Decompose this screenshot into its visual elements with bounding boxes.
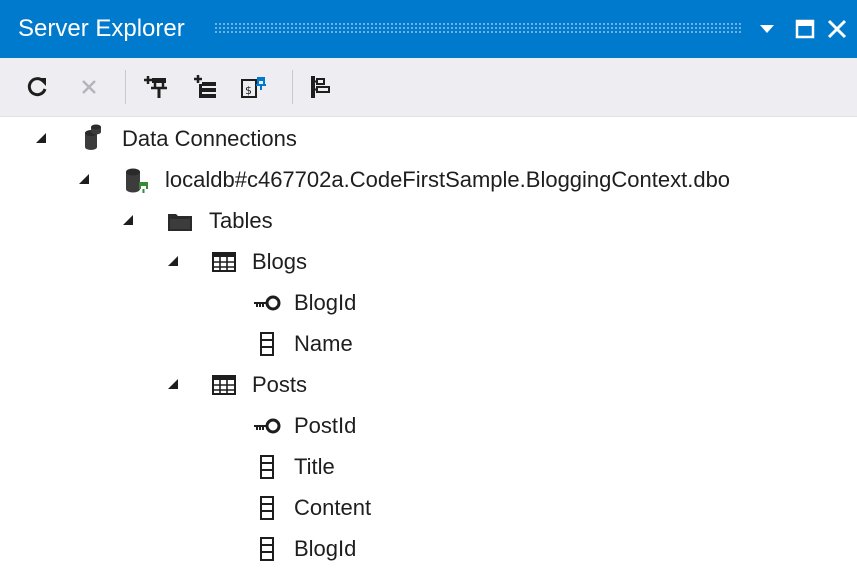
properties-button[interactable] bbox=[306, 72, 336, 102]
tree-node-database-connection[interactable]: localdb#c467702a.CodeFirstSample.Bloggin… bbox=[0, 159, 857, 199]
refresh-icon bbox=[27, 77, 47, 97]
panel-title: Server Explorer bbox=[18, 15, 185, 42]
title-drag-grip[interactable] bbox=[214, 22, 742, 34]
tree-node-table-blogs[interactable]: Blogs bbox=[0, 241, 857, 281]
tree-node-label: Content bbox=[294, 495, 372, 520]
expanded-arrow-icon[interactable] bbox=[120, 212, 136, 228]
table-icon bbox=[212, 375, 236, 395]
table-icon bbox=[212, 252, 236, 272]
tree-node-label: Tables bbox=[209, 208, 273, 233]
maximize-button[interactable] bbox=[790, 13, 820, 45]
toolbar: $ bbox=[0, 58, 857, 117]
expanded-arrow-icon[interactable] bbox=[76, 171, 92, 187]
connect-to-database-button[interactable] bbox=[140, 72, 170, 102]
properties-icon bbox=[311, 76, 330, 98]
close-button[interactable] bbox=[822, 13, 852, 45]
expanded-arrow-icon[interactable] bbox=[165, 376, 181, 392]
tree-node-column[interactable]: Name bbox=[0, 323, 857, 363]
tree-node-column[interactable]: BlogId bbox=[0, 528, 857, 568]
stop-refresh-button[interactable] bbox=[74, 72, 104, 102]
tree-node-label: BlogId bbox=[294, 536, 357, 561]
database-connection-icon bbox=[126, 168, 148, 193]
folder-icon bbox=[168, 214, 192, 231]
tree-node-label: PostId bbox=[294, 413, 357, 438]
server-explorer-panel: Server Explorer $ Data Connections local… bbox=[0, 0, 857, 581]
connect-to-server-button[interactable] bbox=[190, 72, 220, 102]
column-icon bbox=[260, 455, 274, 479]
tree-node-data-connections[interactable]: Data Connections bbox=[0, 118, 857, 158]
svg-text:$: $ bbox=[245, 84, 252, 97]
column-icon bbox=[260, 537, 274, 561]
column-icon bbox=[260, 332, 274, 356]
connect-to-sharepoint-button[interactable]: $ bbox=[238, 72, 268, 102]
window-position-dropdown-button[interactable] bbox=[752, 13, 782, 45]
maximize-icon bbox=[795, 19, 815, 39]
connect-to-database-icon bbox=[144, 76, 167, 98]
tree-node-label: Data Connections bbox=[122, 126, 297, 151]
primary-key-icon bbox=[254, 295, 281, 311]
tree-node-label: Name bbox=[294, 331, 353, 356]
tree-node-label: Blogs bbox=[252, 249, 308, 274]
tree-node-column[interactable]: PostId bbox=[0, 405, 857, 445]
tree-node-label: Title bbox=[294, 454, 335, 479]
expanded-arrow-icon[interactable] bbox=[165, 253, 181, 269]
tree-node-column[interactable]: BlogId bbox=[0, 282, 857, 322]
expanded-arrow-icon[interactable] bbox=[33, 130, 49, 146]
data-connections-icon bbox=[85, 124, 101, 150]
title-bar[interactable]: Server Explorer bbox=[0, 0, 857, 58]
toolbar-separator bbox=[125, 70, 126, 104]
refresh-button[interactable] bbox=[22, 72, 52, 102]
tree-node-table-posts[interactable]: Posts bbox=[0, 364, 857, 404]
connect-to-sharepoint-icon: $ bbox=[241, 77, 266, 98]
tree-node-tables-folder[interactable]: Tables bbox=[0, 200, 857, 240]
tree-node-label: Posts bbox=[252, 372, 308, 397]
tree-node-label: localdb#c467702a.CodeFirstSample.Bloggin… bbox=[165, 167, 731, 192]
chevron-down-icon bbox=[760, 25, 774, 33]
toolbar-separator bbox=[292, 70, 293, 104]
tree-node-column[interactable]: Title bbox=[0, 446, 857, 486]
tree-node-column[interactable]: Content bbox=[0, 487, 857, 527]
connect-to-server-icon bbox=[194, 75, 216, 98]
primary-key-icon bbox=[254, 418, 281, 434]
stop-icon bbox=[82, 80, 96, 94]
close-icon bbox=[827, 19, 847, 39]
column-icon bbox=[260, 496, 274, 520]
tree-node-label: BlogId bbox=[294, 290, 357, 315]
